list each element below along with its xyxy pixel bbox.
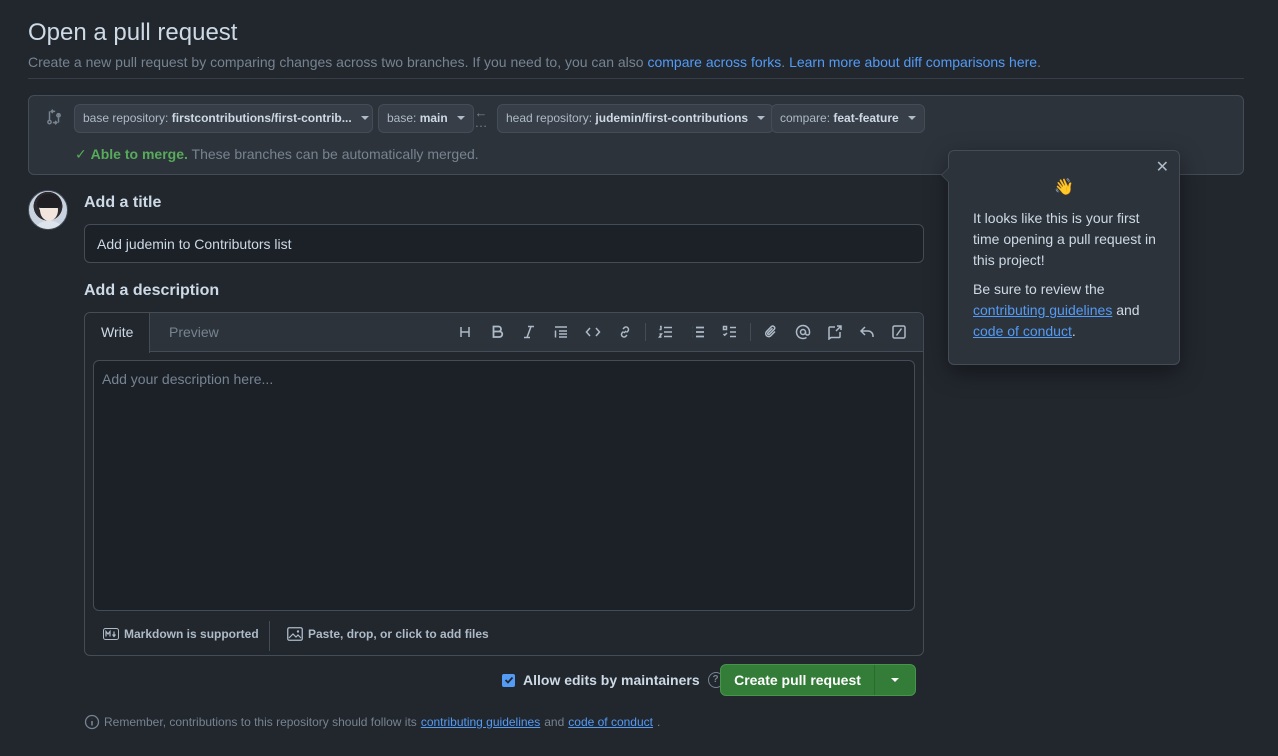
head-repository-select[interactable]: head repository: judemin/first-contribut… xyxy=(497,104,775,133)
avatar-shirt xyxy=(33,221,65,229)
arrow-left-icon: ←… xyxy=(474,105,488,130)
popover-review-note: Be sure to review the contributing guide… xyxy=(973,279,1163,342)
link-icon[interactable] xyxy=(609,321,641,343)
editor-tabs: Write Preview xyxy=(85,313,923,353)
attach-note: Paste, drop, or click to add files xyxy=(308,627,489,641)
base-branch-select[interactable]: base: main xyxy=(378,104,475,133)
chevron-down-icon xyxy=(757,115,766,120)
reminder-and: and xyxy=(544,715,565,729)
bold-icon[interactable] xyxy=(481,321,513,343)
reminder-text: Remember, contributions to this reposito… xyxy=(104,715,417,729)
allow-edits-checkbox[interactable] xyxy=(502,673,515,687)
heading-icon[interactable] xyxy=(449,321,481,343)
description-textarea[interactable] xyxy=(93,360,915,611)
markdown-toolbar xyxy=(449,321,915,343)
base-branch-value: main xyxy=(419,111,448,125)
info-icon xyxy=(84,714,100,730)
page-title: Open a pull request xyxy=(28,19,238,46)
editor-footer: Markdown is supported Paste, drop, or cl… xyxy=(85,615,923,655)
base-repository-select[interactable]: base repository: firstcontributions/firs… xyxy=(74,104,373,133)
tab-preview[interactable]: Preview xyxy=(153,313,235,352)
popover-guidelines-link[interactable]: contributing guidelines xyxy=(973,302,1112,318)
compare-across-forks-link[interactable]: compare across forks xyxy=(647,54,781,70)
quote-icon[interactable] xyxy=(545,321,577,343)
compare-branch-select[interactable]: compare: feat-feature xyxy=(771,104,926,133)
popover-review-prefix: Be sure to review the xyxy=(973,281,1105,297)
avatar[interactable] xyxy=(28,190,68,230)
toolbar-separator xyxy=(645,323,646,341)
markdown-icon xyxy=(103,628,119,640)
cross-reference-icon[interactable] xyxy=(819,321,851,343)
header-divider xyxy=(28,78,1244,79)
learn-more-link[interactable]: Learn more about diff comparisons here xyxy=(789,54,1037,70)
tab-write[interactable]: Write xyxy=(85,313,151,353)
title-label: Add a title xyxy=(84,194,162,211)
git-compare-icon xyxy=(47,109,61,125)
chevron-down-icon xyxy=(891,678,899,682)
popover-message: It looks like this is your first time op… xyxy=(973,210,1156,268)
base-branch-label: base: xyxy=(387,111,417,125)
head-repo-value: judemin/first-contributions xyxy=(595,111,749,125)
subtitle-text: Create a new pull request by comparing c… xyxy=(28,54,644,70)
popover-and: and xyxy=(1116,302,1140,318)
first-pr-popover: ✕ 👋 It looks like this is your first tim… xyxy=(941,150,1180,365)
markdown-note: Markdown is supported xyxy=(124,627,259,641)
reminder-conduct-link[interactable]: code of conduct xyxy=(568,715,653,729)
title-input[interactable] xyxy=(84,224,924,263)
slash-command-icon[interactable] xyxy=(883,321,915,343)
paperclip-icon[interactable] xyxy=(755,321,787,343)
create-pull-request-button[interactable]: Create pull request xyxy=(721,665,875,695)
head-repo-label: head repository: xyxy=(506,111,593,125)
close-icon[interactable]: ✕ xyxy=(1156,157,1169,177)
chevron-down-icon xyxy=(361,115,370,120)
unordered-list-icon[interactable] xyxy=(682,321,714,343)
page-header: Open a pull request Create a new pull re… xyxy=(28,18,1244,72)
mention-icon[interactable] xyxy=(787,321,819,343)
image-icon xyxy=(287,627,303,641)
attach-files-button[interactable]: Paste, drop, or click to add files xyxy=(287,627,489,641)
allow-edits-option: Allow edits by maintainers ? xyxy=(502,672,724,688)
footer-separator xyxy=(269,621,270,651)
check-icon: ✓ xyxy=(75,146,87,162)
chevron-down-icon xyxy=(908,115,917,120)
chevron-down-icon xyxy=(457,115,466,120)
description-editor: Write Preview Markdo xyxy=(84,312,924,656)
compare-branch-value: feat-feature xyxy=(833,111,899,125)
popover-end: . xyxy=(1071,323,1076,339)
code-icon[interactable] xyxy=(577,321,609,343)
contribution-reminder: Remember, contributions to this reposito… xyxy=(84,714,660,730)
base-repo-value: firstcontributions/first-contrib... xyxy=(171,111,352,125)
merge-status-ok: Able to merge. xyxy=(90,146,188,162)
checkmark-icon xyxy=(504,676,513,684)
reminder-end: . xyxy=(657,715,661,729)
base-repo-label: base repository: xyxy=(83,111,169,125)
compare-branch-label: compare: xyxy=(780,111,831,125)
italic-icon[interactable] xyxy=(513,321,545,343)
allow-edits-label[interactable]: Allow edits by maintainers xyxy=(523,672,700,688)
toolbar-separator xyxy=(750,323,751,341)
create-pull-request-button-group: Create pull request xyxy=(720,664,916,696)
merge-status: ✓ Able to merge. These branches can be a… xyxy=(75,146,479,163)
reply-icon[interactable] xyxy=(851,321,883,343)
avatar-hair xyxy=(37,194,61,208)
markdown-supported-link[interactable]: Markdown is supported xyxy=(103,627,259,641)
description-label: Add a description xyxy=(84,282,220,299)
wave-icon: 👋 xyxy=(1054,179,1074,196)
page-subtitle: Create a new pull request by comparing c… xyxy=(28,54,1041,70)
ordered-list-icon[interactable] xyxy=(650,321,682,343)
reminder-guidelines-link[interactable]: contributing guidelines xyxy=(421,715,540,729)
task-list-icon[interactable] xyxy=(714,321,746,343)
create-options-dropdown[interactable] xyxy=(875,665,915,695)
merge-status-text: These branches can be automatically merg… xyxy=(191,146,479,162)
popover-conduct-link[interactable]: code of conduct xyxy=(973,323,1072,339)
